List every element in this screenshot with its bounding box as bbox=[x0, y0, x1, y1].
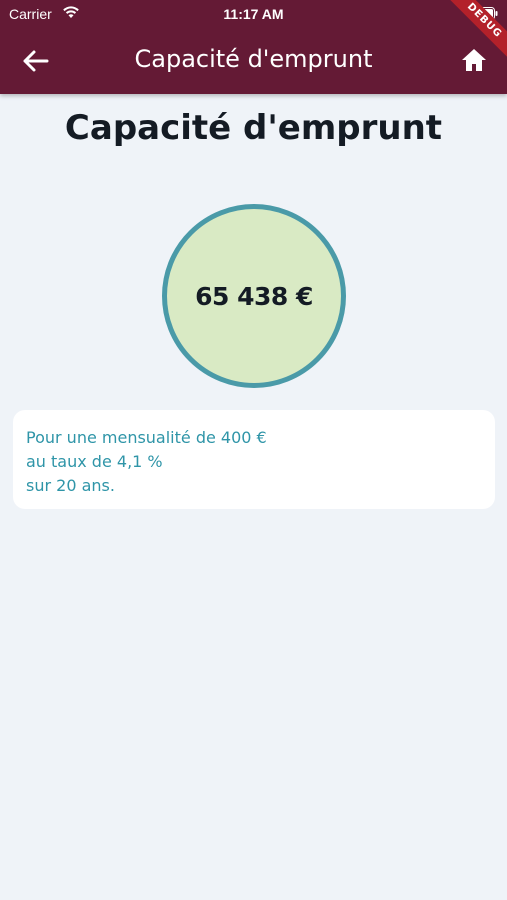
app-header: Carrier 11:17 AM Capacité d'emprunt DEBU… bbox=[0, 0, 507, 94]
borrowing-capacity-value: 65 438 € bbox=[195, 281, 313, 311]
info-line-monthly-payment: Pour une mensualité de 400 € bbox=[26, 428, 267, 447]
page-title: Capacité d'emprunt bbox=[64, 108, 443, 148]
info-line-rate: au taux de 4,1 % bbox=[26, 452, 163, 471]
app-bar: Capacité d'emprunt bbox=[0, 28, 507, 94]
info-line-duration: sur 20 ans. bbox=[26, 476, 115, 495]
home-button[interactable] bbox=[460, 46, 488, 74]
result-circle: 65 438 € bbox=[162, 204, 346, 388]
info-card: Pour une mensualité de 400 € au taux de … bbox=[13, 410, 495, 509]
status-bar: Carrier 11:17 AM bbox=[0, 0, 507, 28]
home-icon bbox=[462, 49, 486, 71]
status-time: 11:17 AM bbox=[223, 6, 284, 22]
app-bar-title: Capacité d'emprunt bbox=[134, 45, 373, 73]
